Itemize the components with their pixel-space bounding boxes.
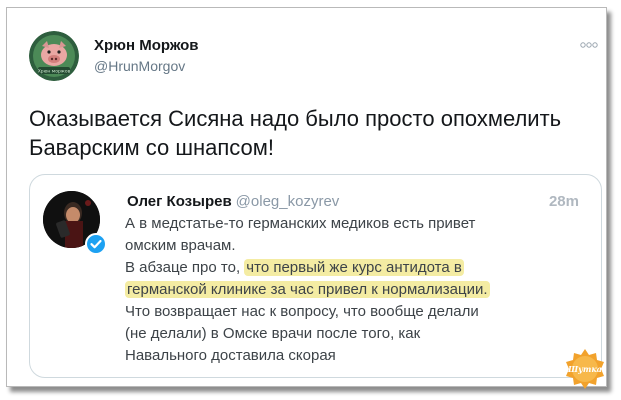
tweet-text-line: Оказывается Сисяна надо было просто опох… bbox=[29, 106, 562, 131]
tweet-text-line: Баварским со шнапсом! bbox=[29, 135, 274, 160]
quoted-timestamp[interactable]: 28m bbox=[549, 193, 579, 210]
avatar-caption: Хрюн моржов bbox=[38, 69, 71, 75]
quoted-text-segment: В абзаце про то, bbox=[125, 259, 245, 276]
tweet-text: Оказывается Сисяна надо было просто опох… bbox=[29, 104, 594, 162]
tweet-card: Хрюн моржов Хрюн Моржов @HrunMorgov Оказ… bbox=[6, 7, 607, 389]
quoted-header: Олег Козырев @oleg_kozyrev bbox=[127, 193, 339, 210]
quoted-text-line: омским врачам. bbox=[125, 237, 236, 254]
quoted-text-line: (не делали) в Омске врачи после того, ка… bbox=[125, 325, 421, 342]
author-handle[interactable]: @HrunMorgov bbox=[94, 58, 185, 74]
quoted-author-name[interactable]: Олег Козырев bbox=[127, 193, 232, 210]
quoted-text-line: Что возвращает нас к вопросу, что вообще… bbox=[125, 303, 479, 320]
author-name[interactable]: Хрюн Моржов bbox=[94, 37, 198, 54]
quoted-tweet[interactable]: Олег Козырев @oleg_kozyrev 28m А в медста… bbox=[29, 174, 602, 378]
quoted-text-line: В абзаце про то, что первый же курс анти… bbox=[125, 257, 585, 279]
more-options-icon[interactable] bbox=[580, 41, 598, 49]
quoted-text-line: германской клинике за час привел к норма… bbox=[125, 279, 585, 301]
watermark-logo: Шутка bbox=[566, 349, 604, 389]
watermark-text: Шутка bbox=[567, 364, 602, 374]
highlighted-text: что первый же курс антидота в bbox=[244, 259, 464, 276]
quoted-author-handle[interactable]: @oleg_kozyrev bbox=[236, 193, 340, 210]
quoted-text: А в медстатье-то германских медиков есть… bbox=[125, 213, 585, 367]
quoted-text-line: А в медстатье-то германских медиков есть… bbox=[125, 215, 476, 232]
quoted-text-line: Навального доставила скорая bbox=[125, 347, 336, 364]
highlighted-text: германской клинике за час привел к норма… bbox=[125, 281, 490, 298]
author-avatar[interactable]: Хрюн моржов bbox=[29, 31, 79, 81]
verified-badge-icon bbox=[85, 233, 107, 255]
